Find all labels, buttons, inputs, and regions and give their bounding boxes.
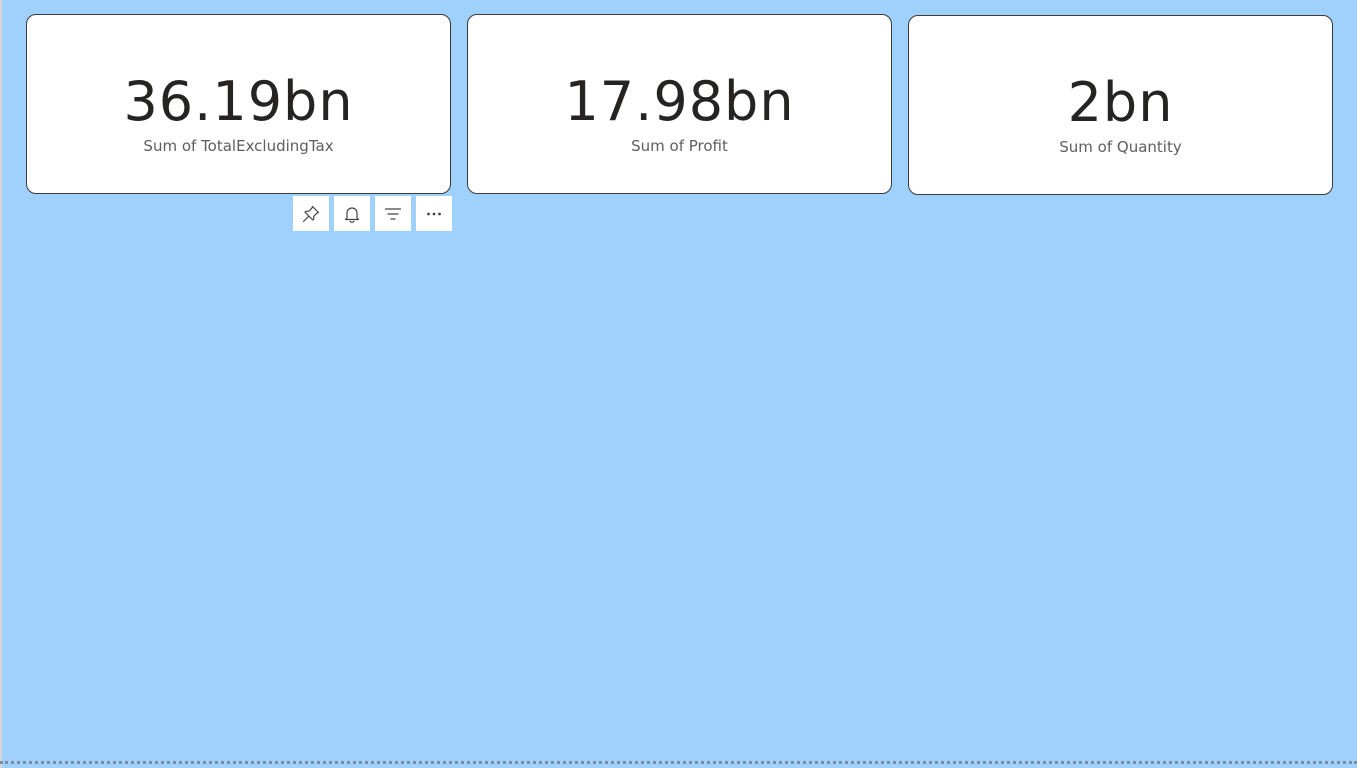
- filter-icon: [383, 204, 403, 224]
- card-value: 17.98bn: [564, 70, 795, 133]
- pin-visual-button[interactable]: [293, 196, 329, 231]
- bell-icon: [342, 204, 362, 224]
- card-profit[interactable]: 17.98bn Sum of Profit: [467, 14, 892, 194]
- visual-header-toolbar: [293, 196, 452, 231]
- card-label: Sum of TotalExcludingTax: [143, 137, 334, 155]
- card-value: 36.19bn: [123, 70, 354, 133]
- card-quantity[interactable]: 2bn Sum of Quantity: [908, 15, 1333, 195]
- more-options-icon: [424, 204, 444, 224]
- card-label: Sum of Profit: [631, 137, 728, 155]
- more-options-button[interactable]: [416, 196, 452, 231]
- pin-icon: [301, 204, 321, 224]
- canvas-bottom-border: [0, 761, 1357, 764]
- filter-button[interactable]: [375, 196, 411, 231]
- alert-button[interactable]: [334, 196, 370, 231]
- card-total-excluding-tax[interactable]: 36.19bn Sum of TotalExcludingTax: [26, 14, 451, 194]
- canvas-left-border: [0, 0, 2, 768]
- card-label: Sum of Quantity: [1059, 138, 1182, 156]
- card-value: 2bn: [1067, 71, 1174, 134]
